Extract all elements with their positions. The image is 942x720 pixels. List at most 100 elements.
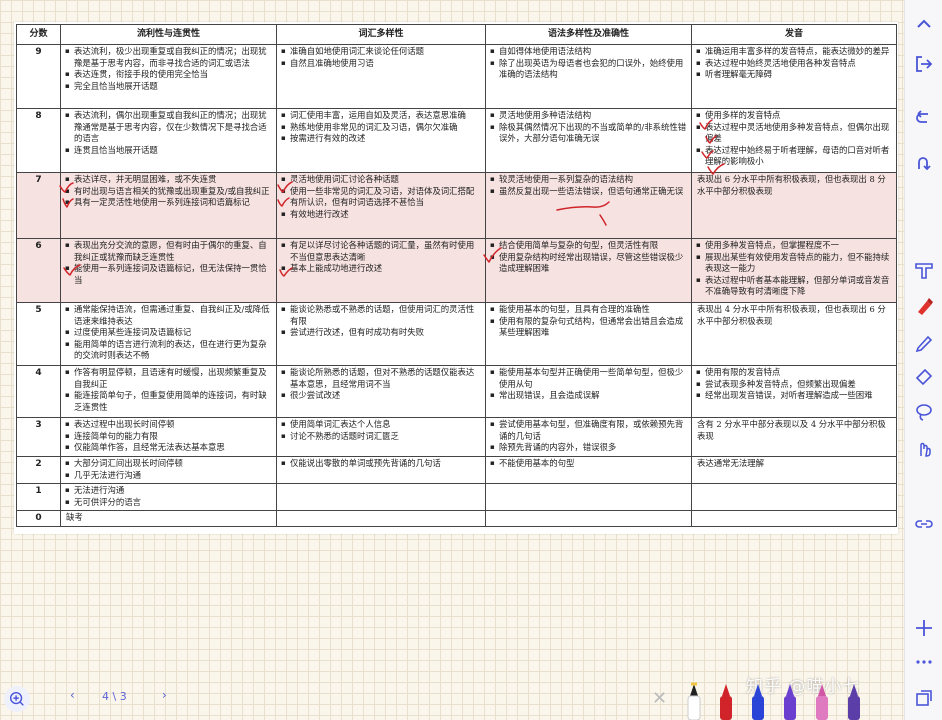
criterion-item: 尝试使用基本句型，但准确度有限，或依赖预先背诵的几句话 — [489, 419, 688, 442]
criterion-item: 表达过程中出现长时间停顿 — [64, 419, 273, 431]
criterion-item: 通常能保持语流，但需通过重复、自我纠正及/或降低语速来维持表达 — [64, 304, 273, 327]
criterion-item: 能谈论熟悉或不熟悉的话题，但使用词汇的灵活性有限 — [280, 304, 482, 327]
grammar-cell: 尝试使用基本句型，但准确度有限，或依赖预先背诵的几句话除预先背诵的内容外，错误很… — [485, 417, 692, 457]
criterion-item: 表达过程中听者基本能理解，但部分单词或音发音不准确导致有时清晰度下降 — [695, 275, 893, 298]
table-row: 8表达流利，偶尔出现重复或自我纠正的情况；出现犹豫通常是基于思考内容，仅在少数情… — [16, 108, 897, 173]
criterion-item: 尝试表现多种发音特点，但频繁出现偏差 — [695, 379, 893, 391]
eraser-tool[interactable] — [912, 364, 936, 388]
lexical-cell: 词汇使用丰富，运用自如及灵活，表达意思准确熟练地使用非常见的词汇及习语，偶尔欠准… — [276, 108, 486, 173]
criterion-item: 较灵活地使用一系列复杂的语法结构 — [489, 174, 688, 186]
criterion-item: 使用多样的发音特点 — [695, 110, 893, 122]
collapse-toolbar-button[interactable] — [912, 12, 936, 36]
table-row: 1无法进行沟通无可供评分的语言 — [16, 483, 897, 511]
lexical-list: 仅能说出零散的单词或预先背诵的几句话 — [280, 458, 482, 470]
criterion-item: 使用有限的发音特点 — [695, 367, 893, 379]
link-tool[interactable] — [912, 512, 936, 536]
ruler-icon — [915, 263, 933, 279]
lexical-list: 使用简单词汇表达个人信息讨论不熟悉的话题时词汇匮乏 — [280, 419, 482, 442]
pen-tray: ✕ — [646, 676, 874, 720]
criterion-item: 结合使用简单与复杂的句型，但灵活性有限 — [489, 240, 688, 252]
marker-tool[interactable] — [912, 294, 936, 318]
grammar-list: 能使用基本的句型，且具有合理的准确性使用有限的复杂句式结构，但通常会出错且会造成… — [489, 304, 688, 339]
criterion-item: 除极其偶然情况下出现的不当或简单的/非系统性错误外，大部分语句准确无误 — [489, 122, 688, 145]
criterion-item: 连贯且恰当地展开话题 — [64, 145, 273, 157]
add-page-button[interactable] — [912, 616, 936, 640]
criterion-item: 表现出充分交流的意愿，但有时由于偶尔的重复、自我纠正或犹豫而缺乏连贯性 — [64, 240, 273, 263]
more-button[interactable] — [912, 650, 936, 674]
criterion-item: 完全且恰当地展开话题 — [64, 81, 273, 93]
table-row: 0 缺考 — [16, 510, 897, 527]
criterion-item: 能使用基本句型并正确使用一些简单句型，但极少使用从句 — [489, 367, 688, 390]
export-button[interactable] — [912, 52, 936, 76]
undo-button[interactable] — [912, 106, 936, 130]
column-header-lexical: 词汇多样性 — [276, 24, 486, 45]
table-row: 3表达过程中出现长时间停顿连接简单句的能力有限仅能简单作答，且经常无法表达基本意… — [16, 417, 897, 457]
chevron-up-icon — [917, 19, 931, 28]
pronunciation-cell — [691, 510, 897, 527]
pronunciation-text: 含有 2 分水平中部分表现以及 4 分水平中部分积极表现 — [697, 419, 886, 441]
grammar-cell — [485, 483, 692, 511]
pen-purple-icon[interactable] — [780, 682, 800, 720]
score-cell: 1 — [16, 483, 61, 511]
score-cell: 4 — [16, 365, 61, 418]
lasso-tool[interactable] — [912, 400, 936, 424]
zoom-plus-icon — [9, 691, 24, 706]
table-row: 6表现出充分交流的意愿，但有时由于偶尔的重复、自我纠正或犹豫而缺乏连贯性能使用一… — [16, 238, 897, 303]
criterion-item: 灵活地使用多种语法结构 — [489, 110, 688, 122]
criterion-item: 准确运用丰富多样的发音特点，能表达微妙的差异 — [695, 46, 893, 58]
fluency-list: 表达流利，偶尔出现重复或自我纠正的情况；出现犹豫通常是基于思考内容，仅在少数情况… — [64, 110, 273, 156]
criterion-item: 尝试进行改述，但有时成功有时失败 — [280, 327, 482, 339]
pronunciation-cell: 表达通常无法理解 — [691, 456, 897, 484]
fluency-cell: 作答有明显停顿，且语速有时缓慢，出现频繁重复及自我纠正能连接简单句子，但重复使用… — [60, 365, 277, 418]
criterion-item: 熟练地使用非常见的词汇及习语，偶尔欠准确 — [280, 122, 482, 134]
pronunciation-list: 准确运用丰富多样的发音特点，能表达微妙的差异表达过程中始终灵活地使用各种发音特点… — [695, 46, 893, 81]
fluency-cell: 表达流利，极少出现重复或自我纠正的情况；出现犹豫是基于思考内容，而非寻找合适的词… — [60, 44, 277, 109]
document-canvas[interactable]: 分数 流利性与连贯性 词汇多样性 语法多样性及准确性 发音 9表达流利，极少出现… — [0, 0, 904, 720]
pen-red-icon[interactable] — [716, 682, 736, 720]
criterion-item: 表达详尽，并无明显困难，或不失连贯 — [64, 174, 273, 186]
criterion-item: 很少尝试改述 — [280, 390, 482, 402]
rubric-table: 分数 流利性与连贯性 词汇多样性 语法多样性及准确性 发音 9表达流利，极少出现… — [16, 24, 897, 527]
lexical-list: 词汇使用丰富，运用自如及灵活，表达意思准确熟练地使用非常见的词汇及习语，偶尔欠准… — [280, 110, 482, 145]
table-row: 7表达详尽，并无明显困难，或不失连贯有时出现与语言相关的犹豫或出现重复及/或自我… — [16, 172, 897, 239]
lexical-cell: 能谈论熟悉或不熟悉的话题，但使用词汇的灵活性有限尝试进行改述，但有时成功有时失败 — [276, 302, 486, 366]
close-tray-icon[interactable]: ✕ — [652, 688, 667, 709]
ruler-tool[interactable] — [912, 258, 936, 282]
grammar-cell: 灵活地使用多种语法结构除极其偶然情况下出现的不当或简单的/非系统性错误外，大部分… — [485, 108, 692, 173]
pen-tool[interactable] — [912, 330, 936, 354]
criterion-item: 除预先背诵的内容外，错误很多 — [489, 442, 688, 454]
table-header-row: 分数 流利性与连贯性 词汇多样性 语法多样性及准确性 发音 — [16, 24, 897, 45]
pronunciation-cell: 表现出 4 分水平中所有积极表现，但也表现出 6 分水平中部分积极表现 — [691, 302, 897, 366]
pronunciation-cell — [691, 483, 897, 511]
next-page-button[interactable]: › — [162, 688, 167, 702]
pages-button[interactable] — [912, 686, 936, 710]
lexical-list: 灵活地使用词汇讨论各种话题使用一些非常见的词汇及习语，对语体及词汇搭配有所认识，… — [280, 174, 482, 220]
lexical-cell — [276, 510, 486, 527]
score-cell: 2 — [16, 456, 61, 484]
pen-pink-icon[interactable] — [812, 682, 832, 720]
fluency-list: 表达流利，极少出现重复或自我纠正的情况；出现犹豫是基于思考内容，而非寻找合适的词… — [64, 46, 273, 92]
previous-page-button[interactable]: ‹ — [70, 688, 75, 702]
add-page-icon — [916, 620, 932, 636]
grammar-list: 尝试使用基本句型，但准确度有限，或依赖预先背诵的几句话除预先背诵的内容外，错误很… — [489, 419, 688, 454]
pen-violet-icon[interactable] — [844, 682, 864, 720]
fluency-list: 通常能保持语流，但需通过重复、自我纠正及/或降低语速来维持表达过度使用某些连接词… — [64, 304, 273, 362]
criterion-item: 有效地进行改述 — [280, 209, 482, 221]
grammar-cell: 能使用基本的句型，且具有合理的准确性使用有限的复杂句式结构，但通常会出错且会造成… — [485, 302, 692, 366]
redo-button[interactable] — [912, 152, 936, 176]
grammar-cell: 能使用基本句型并正确使用一些简单句型，但极少使用从句常出现错误，且会造成误解 — [485, 365, 692, 418]
column-header-fluency: 流利性与连贯性 — [60, 24, 277, 45]
pronunciation-cell: 准确运用丰富多样的发音特点，能表达微妙的差异表达过程中始终灵活地使用各种发音特点… — [691, 44, 897, 109]
lexical-cell: 使用简单词汇表达个人信息讨论不熟悉的话题时词汇匮乏 — [276, 417, 486, 457]
hand-tool[interactable] — [912, 436, 936, 460]
zoom-button[interactable] — [4, 686, 30, 712]
fluency-list: 表现出充分交流的意愿，但有时由于偶尔的重复、自我纠正或犹豫而缺乏连贯性能使用一系… — [64, 240, 273, 286]
pen-icon — [915, 335, 933, 353]
criterion-item: 表达连贯，衔接手段的使用完全恰当 — [64, 69, 273, 81]
pronunciation-text: 表达通常无法理解 — [697, 458, 764, 468]
pen-black-icon[interactable] — [684, 682, 704, 720]
pen-blue-icon[interactable] — [748, 682, 768, 720]
criterion-item: 具有一定灵活性地使用一系列连接词和语篇标记 — [64, 197, 273, 209]
grammar-list: 较灵活地使用一系列复杂的语法结构虽然反复出现一些语法错误，但语句通常正确无误 — [489, 174, 688, 197]
table-row: 9表达流利，极少出现重复或自我纠正的情况；出现犹豫是基于思考内容，而非寻找合适的… — [16, 44, 897, 109]
